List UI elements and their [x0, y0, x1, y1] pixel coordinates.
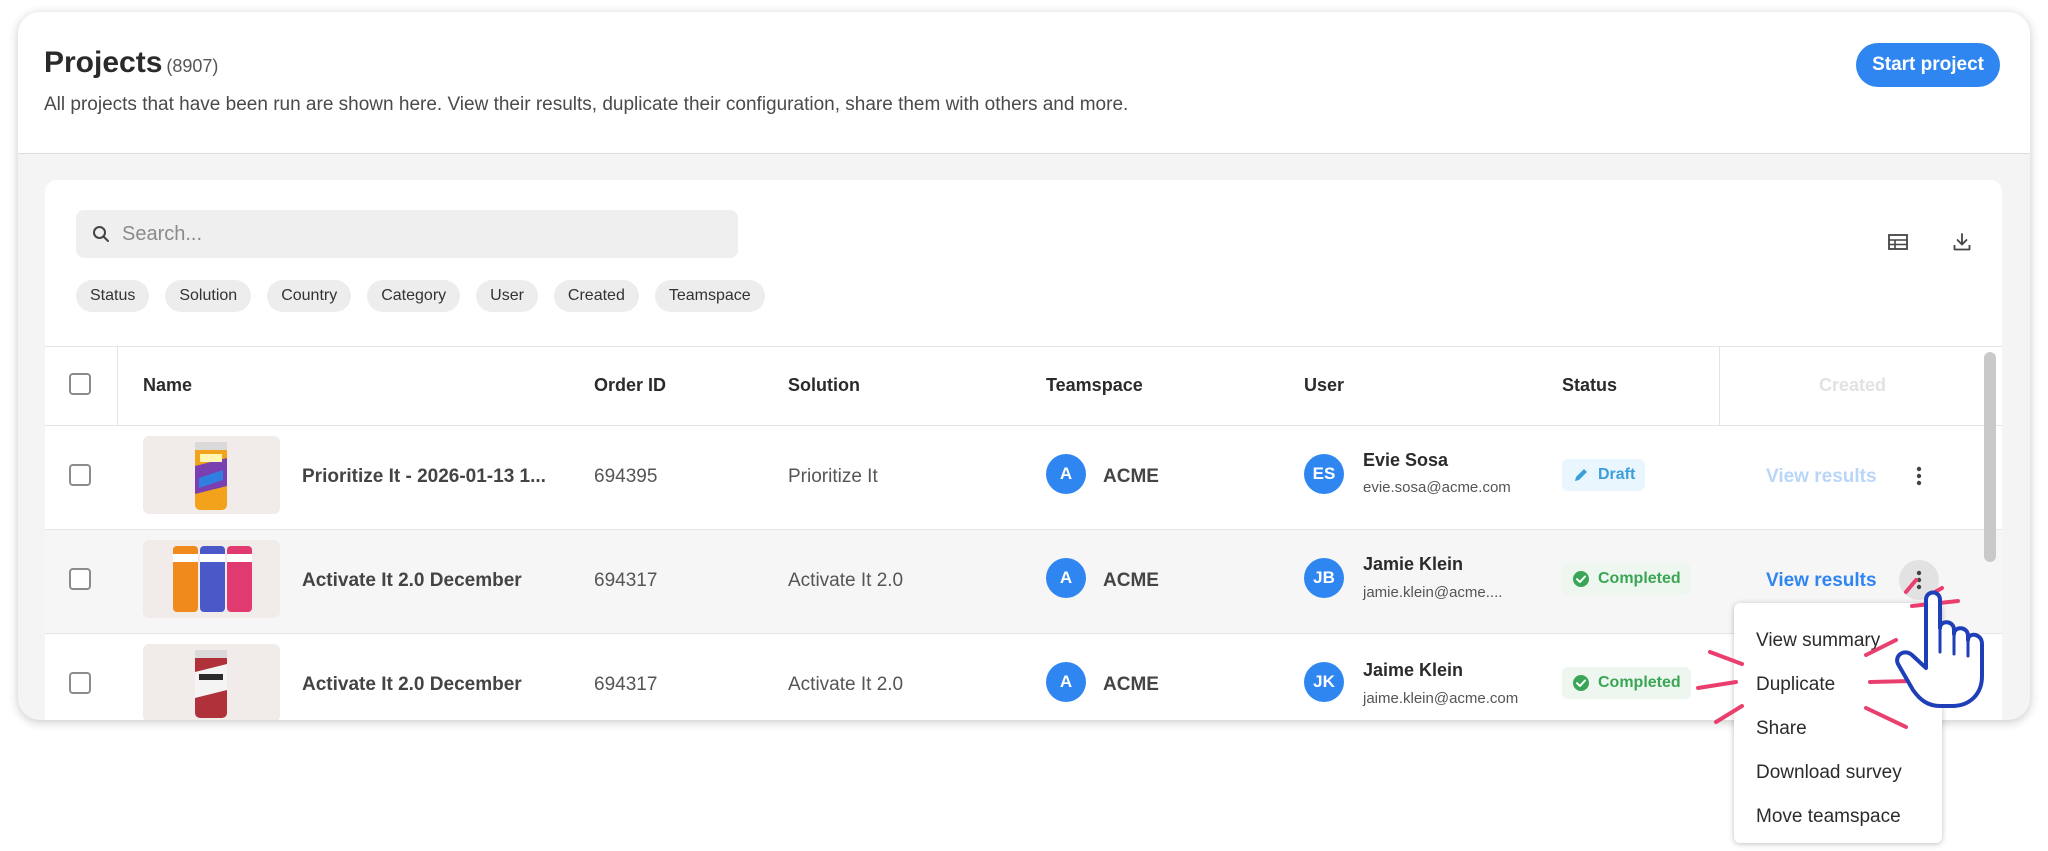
menu-share[interactable]: Share: [1734, 707, 1942, 751]
status-badge: Completed: [1562, 667, 1691, 699]
status-text: Completed: [1598, 570, 1681, 587]
download-icon[interactable]: [1948, 228, 1976, 256]
row-checkbox[interactable]: [69, 672, 91, 694]
user-name: Jamie Klein: [1363, 554, 1464, 574]
table-row[interactable]: Activate It 2.0 December 694317 Activate…: [45, 530, 2002, 634]
order-id: 694317: [594, 570, 658, 591]
row-checkbox[interactable]: [69, 464, 91, 486]
solution: Activate It 2.0: [788, 674, 904, 695]
filter-category[interactable]: Category: [367, 280, 461, 312]
projects-table: Name Order ID Solution Teamspace User St…: [45, 346, 2002, 720]
more-vertical-icon[interactable]: [1899, 560, 1939, 600]
column-user[interactable]: User: [1304, 375, 1344, 396]
filter-solution[interactable]: Solution: [165, 280, 252, 312]
menu-duplicate[interactable]: Duplicate: [1734, 663, 1942, 707]
page-header: Projects (8907) All projects that have be…: [18, 12, 2030, 154]
table-row[interactable]: Activate It 2.0 December 694317 Activate…: [45, 634, 2002, 720]
search-icon: [93, 226, 109, 242]
solution: Prioritize It: [788, 466, 878, 487]
menu-view-summary[interactable]: View summary: [1734, 619, 1942, 663]
more-vertical-icon[interactable]: [1899, 456, 1939, 496]
check-circle-icon: [1573, 571, 1589, 587]
project-thumbnail: [143, 540, 280, 618]
order-id: 694395: [594, 466, 658, 487]
pencil-icon: [1575, 469, 1587, 481]
teamspace-name: ACME: [1103, 466, 1159, 487]
column-teamspace[interactable]: Teamspace: [1046, 375, 1143, 396]
project-thumbnail: [143, 644, 280, 720]
column-created[interactable]: Created: [1819, 375, 1886, 396]
teamspace-avatar: A: [1046, 454, 1086, 494]
project-thumbnail: [143, 436, 280, 514]
view-results-link[interactable]: View results: [1766, 466, 1877, 488]
menu-download-survey[interactable]: Download survey: [1734, 751, 1942, 795]
filter-country[interactable]: Country: [267, 280, 352, 312]
projects-card: Projects (8907) All projects that have be…: [18, 12, 2030, 720]
user-name: Jaime Klein: [1363, 660, 1464, 680]
order-id: 694317: [594, 674, 658, 695]
column-divider: [1719, 347, 1720, 427]
user-email: jamie.klein@acme....: [1363, 584, 1503, 601]
search-placeholder: Search...: [122, 222, 203, 245]
column-solution[interactable]: Solution: [788, 375, 860, 396]
row-actions-menu: View summary Duplicate Share Download su…: [1734, 603, 1942, 843]
status-text: Draft: [1598, 466, 1636, 483]
teamspace-avatar: A: [1046, 558, 1086, 598]
user-avatar: JK: [1304, 662, 1344, 702]
select-all-checkbox[interactable]: [69, 373, 91, 395]
solution: Activate It 2.0: [788, 570, 904, 591]
user-name: Evie Sosa: [1363, 450, 1449, 470]
column-status[interactable]: Status: [1562, 375, 1617, 396]
status-text: Completed: [1598, 674, 1681, 691]
project-name[interactable]: Activate It 2.0 December: [302, 570, 522, 592]
column-order-id[interactable]: Order ID: [594, 375, 666, 396]
view-results-link[interactable]: View results: [1766, 570, 1877, 592]
menu-move-teamspace[interactable]: Move teamspace: [1734, 795, 1942, 839]
table-view-icon[interactable]: [1884, 228, 1912, 256]
status-badge: Draft: [1562, 459, 1646, 491]
check-circle-icon: [1573, 675, 1589, 691]
teamspace-avatar: A: [1046, 662, 1086, 702]
project-count: (8907): [166, 56, 219, 76]
user-avatar: ES: [1304, 454, 1344, 494]
column-name[interactable]: Name: [143, 375, 192, 396]
table-header: Name Order ID Solution Teamspace User St…: [45, 346, 2002, 427]
teamspace-name: ACME: [1103, 674, 1159, 695]
row-checkbox[interactable]: [69, 568, 91, 590]
filter-user[interactable]: User: [476, 280, 538, 312]
column-divider: [117, 347, 118, 427]
user-avatar: JB: [1304, 558, 1344, 598]
teamspace-name: ACME: [1103, 570, 1159, 591]
user-email: evie.sosa@acme.com: [1363, 479, 1511, 496]
project-name[interactable]: Activate It 2.0 December: [302, 674, 522, 696]
search-input[interactable]: Search...: [76, 210, 738, 258]
start-project-button[interactable]: Start project: [1856, 43, 2000, 87]
table-row[interactable]: Prioritize It - 2026-01-13 1... 694395 P…: [45, 426, 2002, 530]
status-badge: Completed: [1562, 563, 1691, 595]
page-title-text: Projects: [44, 46, 163, 79]
user-email: jaime.klein@acme.com: [1363, 690, 1519, 707]
page-title: Projects (8907): [44, 46, 218, 80]
filter-chips: Status Solution Country Category User Cr…: [76, 280, 765, 312]
vertical-scrollbar[interactable]: [1984, 352, 1996, 562]
filter-status[interactable]: Status: [76, 280, 150, 312]
filter-created[interactable]: Created: [553, 280, 639, 312]
projects-panel: Search... Status Solution Country Catego…: [45, 180, 2002, 720]
page-subtitle: All projects that have been run are show…: [44, 94, 1129, 115]
project-name[interactable]: Prioritize It - 2026-01-13 1...: [302, 466, 546, 488]
filter-teamspace[interactable]: Teamspace: [654, 280, 765, 312]
